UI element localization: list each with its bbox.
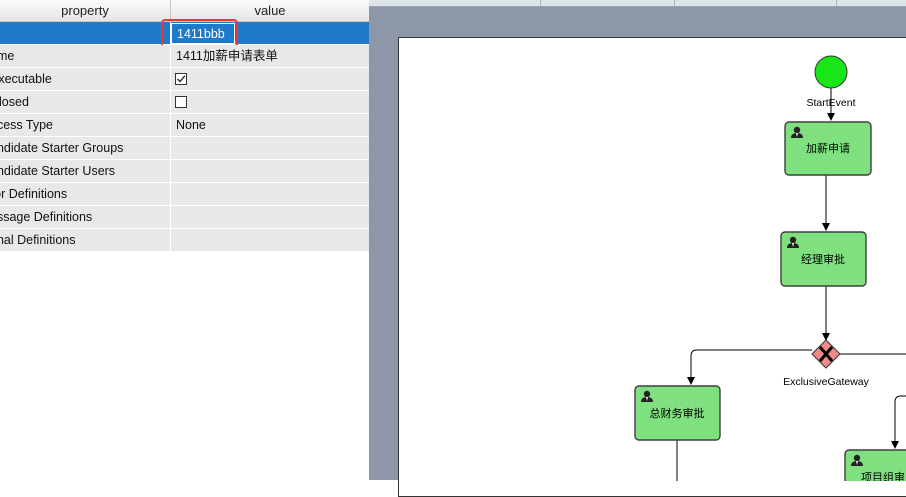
property-row-process-type[interactable]: ocess Type None (0, 114, 369, 137)
bpmn-diagram: StartEvent 加薪申请 经理审批 ExclusiveGateway 总财… (634, 55, 906, 481)
property-name: ror Definitions (0, 187, 68, 201)
property-row-closed[interactable]: Closed (0, 91, 369, 114)
executable-checkbox[interactable] (175, 73, 187, 85)
flow-to-project[interactable] (891, 395, 906, 449)
editor-tab[interactable] (541, 0, 675, 6)
property-name: ame (0, 49, 15, 63)
diagram-canvas-area: StartEvent 加薪申请 经理审批 ExclusiveGateway 总财… (369, 0, 906, 497)
editor-tab[interactable] (369, 0, 541, 6)
task-label: 加薪申请 (806, 142, 850, 155)
task-label: 项目组审 (861, 470, 905, 481)
property-name: andidate Starter Users (0, 164, 116, 178)
property-name: gnal Definitions (0, 233, 76, 247)
property-name: essage Definitions (0, 210, 93, 224)
property-column-header[interactable]: property (0, 0, 171, 22)
property-value[interactable]: None (176, 114, 206, 136)
start-event[interactable]: StartEvent (806, 55, 856, 109)
property-row-signal-definitions[interactable]: gnal Definitions (0, 229, 369, 252)
gateway-label: ExclusiveGateway (783, 376, 870, 388)
task-project-group-approval[interactable]: 项目组审 (844, 449, 906, 481)
diagram-sheet[interactable]: StartEvent 加薪申请 经理审批 ExclusiveGateway 总财… (398, 37, 906, 497)
property-row-message-definitions[interactable]: essage Definitions (0, 206, 369, 229)
editor-tab[interactable] (675, 0, 837, 6)
closed-checkbox[interactable] (175, 96, 187, 108)
property-name: Executable (0, 72, 52, 86)
property-panel: property value 1411bbb ame 1411加薪申请表单 Ex… (0, 0, 369, 480)
property-name: andidate Starter Groups (0, 141, 124, 155)
task-manager-approval[interactable]: 经理审批 (780, 231, 867, 287)
property-name: ocess Type (0, 118, 54, 132)
property-row-executable[interactable]: Executable (0, 68, 369, 91)
property-value[interactable]: 1411加薪申请表单 (176, 45, 278, 67)
start-event-label: StartEvent (806, 97, 855, 109)
task-label: 总财务审批 (650, 406, 705, 420)
editor-tab-strip (369, 0, 906, 7)
property-row-name[interactable]: ame 1411加薪申请表单 (0, 45, 369, 68)
property-name: Closed (0, 95, 29, 109)
property-row-error-definitions[interactable]: ror Definitions (0, 183, 369, 206)
task-salary-application[interactable]: 加薪申请 (784, 121, 872, 176)
check-icon (177, 75, 186, 83)
property-row-candidate-users[interactable]: andidate Starter Users (0, 160, 369, 183)
task-label: 经理审批 (801, 252, 845, 266)
exclusive-gateway[interactable]: ExclusiveGateway (783, 339, 870, 388)
property-row-candidate-groups[interactable]: andidate Starter Groups (0, 137, 369, 160)
task-finance-approval[interactable]: 总财务审批 (634, 385, 721, 441)
